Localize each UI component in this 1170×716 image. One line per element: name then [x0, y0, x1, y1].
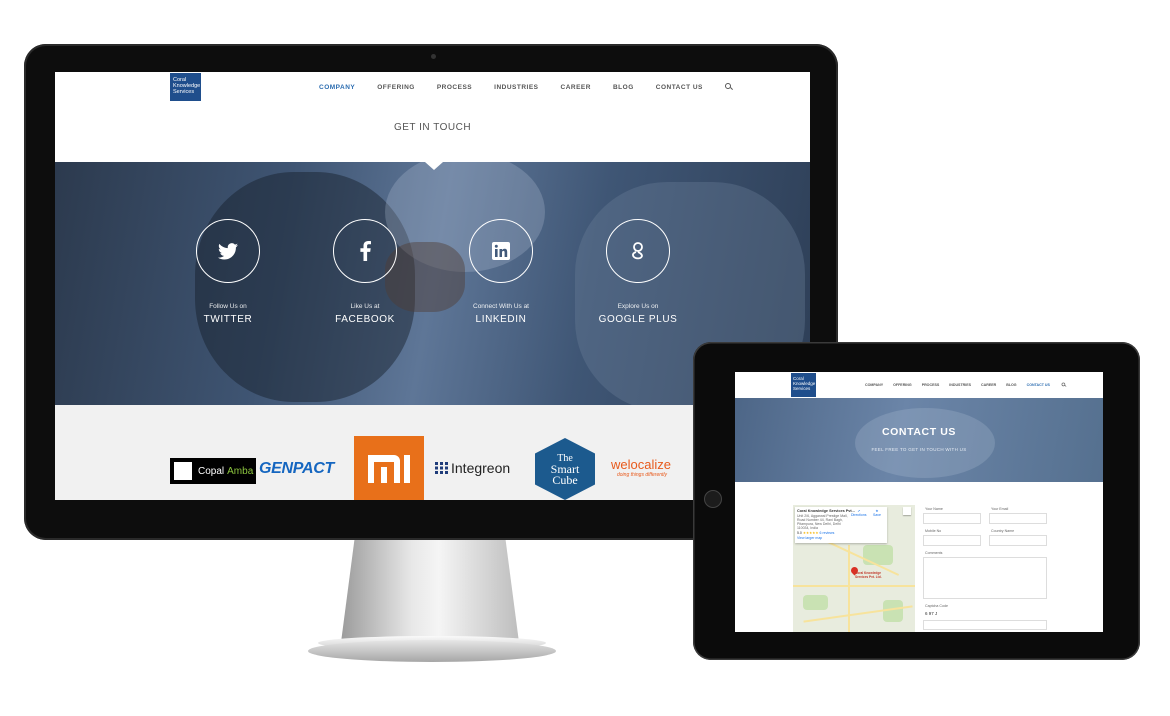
contact-us-title: CONTACT US — [881, 426, 957, 438]
client-logo-copal-amba[interactable]: Copal Amba — [170, 458, 256, 484]
copal-amba-text-2: Amba — [227, 465, 254, 477]
search-icon[interactable] — [724, 83, 733, 91]
nav-item-offering[interactable]: OFFERING — [377, 84, 415, 91]
your-email-input[interactable] — [989, 513, 1047, 524]
mi-logo-icon — [368, 455, 410, 483]
desktop-logo[interactable]: Coral Knowledge Services — [170, 73, 201, 101]
your-email-label: Your Email — [991, 507, 1009, 511]
tablet-nav-company[interactable]: COMPANY — [865, 383, 883, 387]
social-network-label[interactable]: LINKEDIN — [441, 314, 561, 325]
smart-cube-text: The Smart Cube — [535, 453, 595, 486]
google-map[interactable]: Coral Knowledge Services Pvt... Unit 2/6… — [793, 505, 915, 632]
linkedin-icon[interactable] — [469, 219, 533, 283]
twitter-icon[interactable] — [196, 219, 260, 283]
nav-item-industries[interactable]: INDUSTRIES — [494, 84, 538, 91]
social-network-label[interactable]: GOOGLE PLUS — [578, 314, 698, 325]
tablet-nav-process[interactable]: PROCESS — [922, 383, 940, 387]
comments-textarea[interactable] — [923, 557, 1047, 599]
monitor-camera — [431, 54, 436, 59]
your-name-input[interactable] — [923, 513, 981, 524]
nav-item-career[interactable]: CAREER — [561, 84, 591, 91]
map-place-address: Unit 2/6, Aggarwal Prestige Mall, Road N… — [797, 514, 848, 530]
copal-amba-square — [174, 462, 192, 480]
nav-item-company[interactable]: COMPANY — [319, 84, 355, 91]
view-larger-map-link[interactable]: View larger map — [797, 536, 885, 540]
tablet-nav-industries[interactable]: INDUSTRIES — [949, 383, 971, 387]
nav-item-blog[interactable]: BLOG — [613, 84, 634, 91]
mobile-no-label: Mobile No — [925, 529, 942, 533]
social-facebook[interactable]: Like Us at FACEBOOK — [305, 219, 425, 325]
desktop-navbar: Coral Knowledge Services COMPANY OFFERIN… — [55, 72, 810, 103]
monitor-stand — [340, 540, 520, 650]
tablet-nav-blog[interactable]: BLOG — [1006, 383, 1016, 387]
social-pre-label: Explore Us on — [617, 303, 659, 310]
client-logo-mi[interactable] — [354, 436, 424, 500]
map-place-card: Coral Knowledge Services Pvt... Unit 2/6… — [795, 507, 887, 543]
google-plus-icon[interactable] — [606, 219, 670, 283]
social-pre-label: Follow Us on — [209, 303, 247, 310]
map-pin-label: Coral Knowledge Services Pvt. Ltd. — [855, 571, 882, 579]
tablet-navbar: Coral Knowledge Services COMPANY OFFERIN… — [735, 372, 1103, 399]
nav-item-contact-us[interactable]: CONTACT US — [656, 84, 703, 91]
social-google-plus[interactable]: Explore Us on GOOGLE PLUS — [578, 219, 698, 325]
monitor-stand-base — [308, 640, 556, 662]
map-park — [883, 600, 903, 622]
map-save-label: Save — [873, 513, 881, 517]
map-directions-label: Directions — [851, 513, 867, 517]
captcha-label: Captcha Code — [925, 604, 948, 608]
social-network-label[interactable]: FACEBOOK — [305, 314, 425, 325]
star-rating-icon: ★★★★★ — [802, 531, 819, 535]
contact-form: Your Name Your Email Mobile No Country N… — [923, 505, 1103, 632]
facebook-icon[interactable] — [333, 219, 397, 283]
map-park — [863, 545, 893, 565]
tablet-nav-contact-us[interactable]: CONTACT US — [1027, 383, 1050, 387]
map-road — [793, 585, 915, 587]
client-logo-genpact[interactable]: GENPACT — [259, 460, 334, 478]
nav-item-process[interactable]: PROCESS — [437, 84, 472, 91]
get-in-touch-title: GET IN TOUCH — [393, 122, 472, 133]
map-fullscreen-icon[interactable] — [903, 507, 911, 515]
mobile-no-input[interactable] — [923, 535, 981, 546]
get-in-touch-section: GET IN TOUCH — [55, 102, 810, 162]
tablet-contact-hero — [735, 398, 1103, 482]
tablet-nav-offering[interactable]: OFFERING — [893, 383, 912, 387]
integreon-dots-icon — [435, 462, 448, 474]
map-reviews-link[interactable]: 6 reviews — [820, 531, 835, 535]
social-pre-label: Connect With Us at — [473, 303, 529, 310]
hero-photo-shape — [855, 408, 995, 478]
country-name-label: Country Name — [991, 529, 1015, 533]
map-rating: 5.0 — [797, 531, 802, 535]
contact-us-subtitle: FEEL FREE TO GET IN TOUCH WITH US — [871, 447, 967, 452]
map-place-name: Coral Knowledge Services Pvt... — [797, 509, 855, 513]
social-network-label[interactable]: TWITTER — [168, 314, 288, 325]
integreon-text: Integreon — [451, 460, 511, 476]
map-save-button[interactable]: ★ Save — [873, 509, 881, 517]
client-logo-welocalize[interactable]: welocalize doing things differently — [611, 457, 701, 478]
tablet-nav-career[interactable]: CAREER — [981, 383, 996, 387]
social-twitter[interactable]: Follow Us on TWITTER — [168, 219, 288, 325]
welocalize-text: welocalize — [611, 457, 671, 472]
map-directions-button[interactable]: ➚ Directions — [851, 509, 867, 517]
comments-label: Comments — [925, 551, 943, 555]
your-name-label: Your Name — [925, 507, 943, 511]
tablet-screen: Coral Knowledge Services COMPANY OFFERIN… — [735, 372, 1103, 632]
copal-amba-text-1: Copal — [198, 465, 225, 477]
social-pre-label: Like Us at — [350, 303, 380, 310]
map-park — [803, 595, 828, 610]
captcha-input[interactable] — [923, 620, 1047, 630]
desktop-nav-menu: COMPANY OFFERING PROCESS INDUSTRIES CARE… — [319, 72, 733, 102]
client-logo-integreon[interactable]: Integreon — [435, 460, 510, 476]
captcha-code: 6 97 J — [925, 611, 938, 616]
smart-cube-line-3: Cube — [552, 473, 578, 487]
tablet-logo[interactable]: Coral Knowledge Services — [791, 373, 816, 397]
country-name-input[interactable] — [989, 535, 1047, 546]
tablet-nav-menu: COMPANY OFFERING PROCESS INDUSTRIES CARE… — [865, 372, 1068, 398]
social-linkedin[interactable]: Connect With Us at LINKEDIN — [441, 219, 561, 325]
map-road — [848, 545, 850, 632]
client-logo-smart-cube[interactable]: The Smart Cube — [535, 438, 595, 500]
search-icon[interactable] — [1061, 382, 1067, 388]
tablet-home-button[interactable] — [704, 490, 722, 508]
welocalize-tagline: doing things differently — [617, 472, 668, 478]
section-pointer-arrow — [425, 162, 443, 170]
